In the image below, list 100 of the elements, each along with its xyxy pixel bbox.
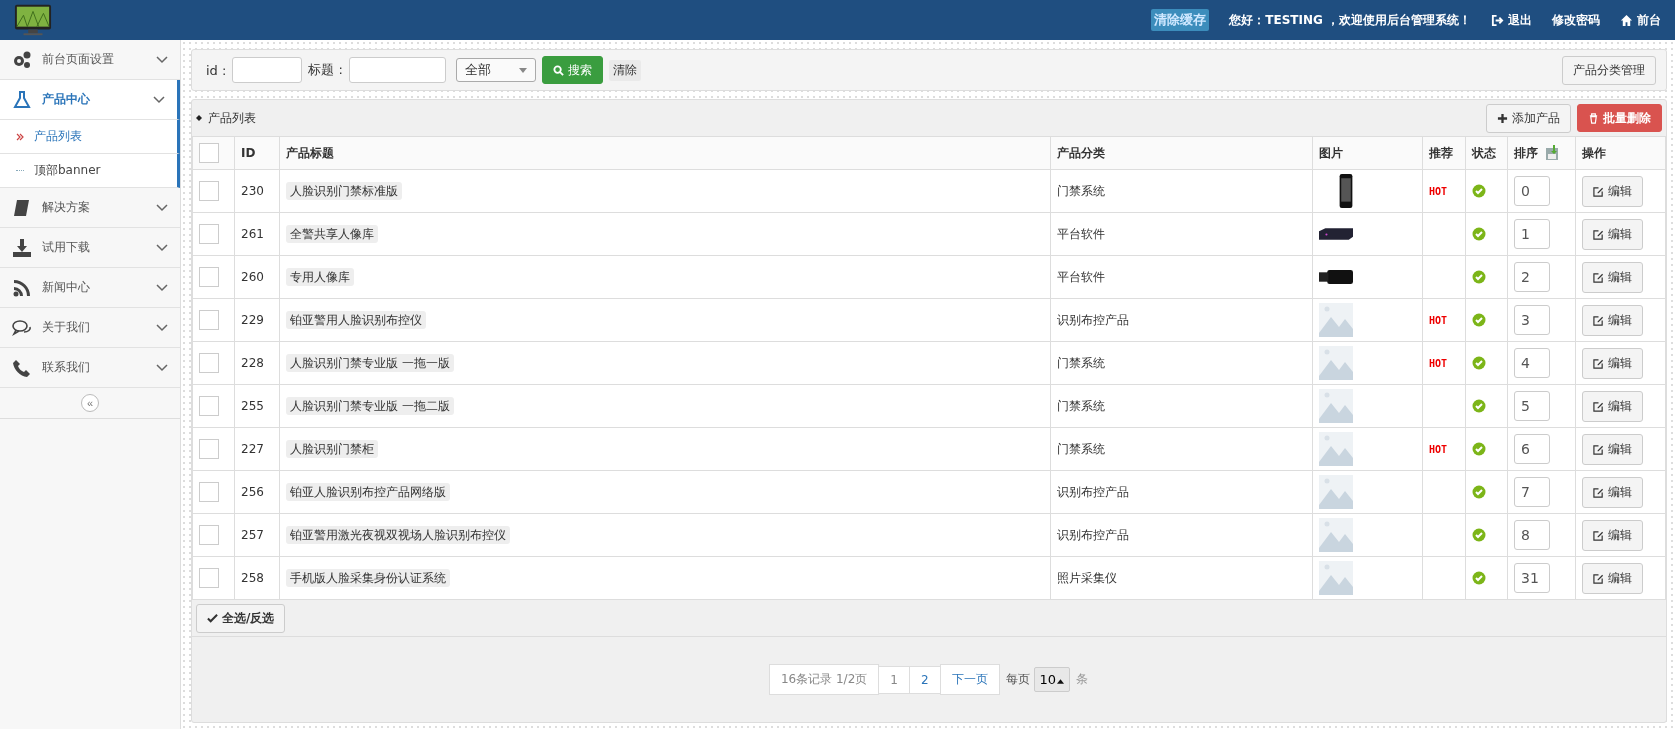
chat-bubbles-icon — [12, 317, 32, 338]
per-page-dropdown[interactable]: 10 — [1033, 667, 1071, 692]
sign-out-icon — [1491, 13, 1504, 27]
row-checkbox[interactable] — [199, 267, 219, 287]
sort-order-field[interactable]: 31 — [1514, 563, 1550, 593]
edit-button[interactable]: 编辑 — [1582, 519, 1643, 551]
row-checkbox[interactable] — [199, 310, 219, 330]
download-save-icon[interactable] — [1544, 145, 1560, 161]
sidebar-menu-item[interactable]: 新闻中心 — [0, 268, 180, 308]
sidebar-menu-item[interactable]: 联系我们 — [0, 348, 180, 388]
batch-delete-button[interactable]: 批量删除 — [1577, 104, 1662, 132]
chevron-down-icon — [153, 95, 165, 104]
row-checkbox[interactable] — [199, 525, 219, 545]
id-cell: 256 — [241, 485, 264, 499]
per-page-unit: 条 — [1076, 671, 1089, 688]
enabled-check-icon[interactable] — [1472, 571, 1486, 585]
category-cell: 照片采集仪 — [1057, 570, 1117, 585]
gears-icon — [12, 49, 32, 70]
sidebar-menu-item[interactable]: 关于我们 — [0, 308, 180, 348]
header-link[interactable]: 退出 — [1491, 11, 1532, 29]
enabled-check-icon[interactable] — [1472, 313, 1486, 327]
edit-icon — [1593, 357, 1604, 369]
enabled-check-icon[interactable] — [1472, 399, 1486, 413]
next-page-link[interactable]: 下一页 — [939, 664, 1000, 695]
sort-order-field[interactable]: 5 — [1514, 391, 1550, 421]
chevron-down-icon — [156, 323, 168, 332]
category-dropdown[interactable]: 全部 — [455, 58, 536, 82]
row-checkbox[interactable] — [199, 568, 219, 588]
edit-icon — [1593, 228, 1604, 240]
row-checkbox[interactable] — [199, 439, 219, 459]
header-link[interactable]: 修改密码 — [1552, 11, 1600, 29]
category-cell: 识别布控产品 — [1057, 527, 1129, 542]
id-cell: 257 — [241, 528, 264, 542]
hot-label: HOT — [1429, 315, 1448, 326]
enabled-check-icon[interactable] — [1472, 485, 1486, 499]
page-link[interactable]: 2 — [908, 665, 941, 694]
category-cell: 门禁系统 — [1057, 183, 1105, 198]
edit-button[interactable]: 编辑 — [1582, 390, 1643, 422]
product-title-cell: 人脸识别门禁标准版 — [286, 181, 402, 200]
select-all-button[interactable]: 全选/反选 — [196, 603, 286, 633]
sort-order-field[interactable]: 1 — [1514, 219, 1550, 249]
sort-order-field[interactable]: 0 — [1514, 176, 1550, 206]
row-checkbox[interactable] — [199, 181, 219, 201]
column-header: ID — [241, 146, 256, 160]
sort-order-field[interactable]: 4 — [1514, 348, 1550, 378]
id-label: id : — [206, 62, 227, 78]
sort-order-field[interactable]: 6 — [1514, 434, 1550, 464]
add-product-button[interactable]: 添加产品 — [1486, 103, 1571, 133]
sort-order-field[interactable]: 3 — [1514, 305, 1550, 335]
enabled-check-icon[interactable] — [1472, 227, 1486, 241]
enabled-check-icon[interactable] — [1472, 528, 1486, 542]
category-cell: 门禁系统 — [1057, 398, 1105, 413]
edit-button[interactable]: 编辑 — [1582, 261, 1643, 293]
enabled-check-icon[interactable] — [1472, 184, 1486, 198]
row-checkbox[interactable] — [199, 224, 219, 244]
row-checkbox[interactable] — [199, 396, 219, 416]
phone-icon — [12, 357, 32, 378]
enabled-check-icon[interactable] — [1472, 442, 1486, 456]
sidebar-menu-item[interactable]: 试用下载 — [0, 228, 180, 268]
sidebar-submenu-item[interactable]: 产品列表 — [34, 128, 82, 145]
sidebar-menu-item[interactable]: 产品中心 — [0, 80, 180, 120]
edit-icon — [1593, 400, 1604, 412]
header-link[interactable]: 前台 — [1620, 11, 1661, 29]
edit-button[interactable]: 编辑 — [1582, 218, 1643, 250]
edit-button[interactable]: 编辑 — [1582, 347, 1643, 379]
title-input-field[interactable] — [348, 57, 446, 83]
sort-order-field[interactable]: 7 — [1514, 477, 1550, 507]
edit-button[interactable]: 编辑 — [1582, 562, 1643, 594]
collapse-sidebar-button[interactable]: « — [81, 394, 99, 412]
monitor-logo-icon — [14, 3, 52, 37]
clear-button[interactable]: 清除 — [608, 59, 641, 81]
enabled-check-icon[interactable] — [1472, 270, 1486, 284]
double-chevron-icon — [16, 132, 24, 141]
column-header: 推荐 — [1429, 145, 1453, 160]
image-placeholder — [1319, 346, 1353, 380]
sidebar-menu-item[interactable]: 解决方案 — [0, 188, 180, 228]
search-icon — [552, 64, 564, 76]
image-placeholder — [1319, 518, 1353, 552]
edit-icon — [1593, 185, 1604, 197]
row-checkbox[interactable] — [199, 353, 219, 373]
select-all-checkbox[interactable] — [199, 143, 219, 163]
enabled-check-icon[interactable] — [1472, 356, 1486, 370]
edit-button[interactable]: 编辑 — [1582, 476, 1643, 508]
row-checkbox[interactable] — [199, 482, 219, 502]
edit-button[interactable]: 编辑 — [1582, 175, 1643, 207]
edit-button[interactable]: 编辑 — [1582, 433, 1643, 465]
edit-button[interactable]: 编辑 — [1582, 304, 1643, 336]
sort-order-field[interactable]: 2 — [1514, 262, 1550, 292]
product-title-cell: 铂亚人脸识别布控产品网络版 — [286, 482, 450, 501]
category-cell: 平台软件 — [1057, 226, 1105, 241]
record-summary: 16条记录 1/2页 — [768, 664, 880, 695]
caret-up-icon — [1057, 679, 1065, 684]
sort-order-field[interactable]: 8 — [1514, 520, 1550, 550]
column-header: 产品标题 — [286, 145, 334, 160]
id-input-field[interactable] — [232, 57, 303, 83]
page-link[interactable]: 1 — [878, 665, 910, 694]
category-manage-button[interactable]: 产品分类管理 — [1562, 55, 1656, 85]
download-icon — [12, 237, 32, 258]
image-placeholder — [1319, 303, 1353, 337]
sidebar-submenu-item[interactable]: 顶部banner — [34, 162, 101, 179]
